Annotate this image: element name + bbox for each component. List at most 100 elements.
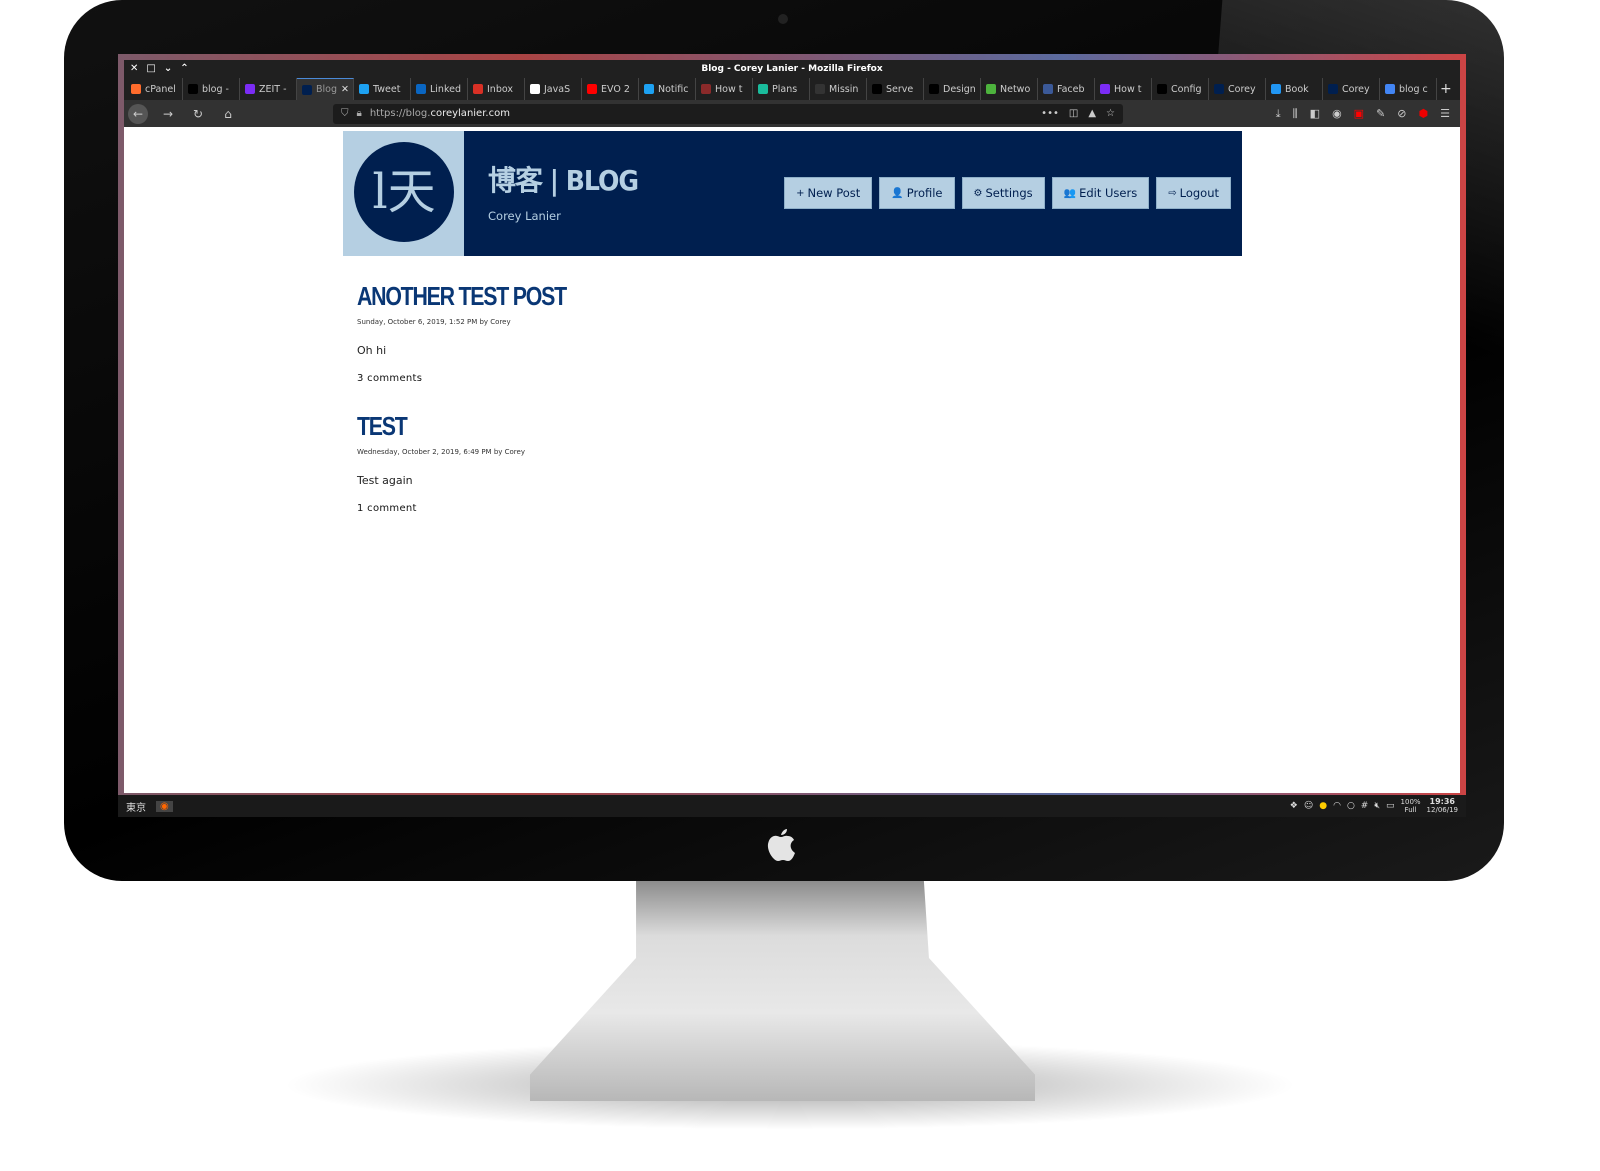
diamond-icon bbox=[758, 84, 768, 94]
tab[interactable]: Missin bbox=[810, 78, 867, 100]
tab-label: How t bbox=[715, 83, 743, 95]
tab[interactable]: How t bbox=[1095, 78, 1152, 100]
post-body: Oh hi bbox=[357, 344, 387, 357]
back-icon[interactable]: ← bbox=[128, 103, 148, 124]
close-icon[interactable]: ✕ bbox=[130, 60, 138, 78]
extension-icon[interactable]: ▲ bbox=[1088, 108, 1096, 119]
tab[interactable]: Corey bbox=[1209, 78, 1266, 100]
settings-button[interactable]: ⚙ Settings bbox=[961, 177, 1045, 209]
tab-label: ZEIT - bbox=[259, 83, 287, 95]
tab[interactable]: Faceb bbox=[1038, 78, 1095, 100]
tab[interactable]: blog - bbox=[183, 78, 240, 100]
chrome-icon[interactable]: ● bbox=[1319, 801, 1327, 811]
slack-icon[interactable]: # bbox=[1361, 801, 1369, 811]
reload-icon[interactable]: ↻ bbox=[188, 104, 208, 124]
workspace-label[interactable]: 東京 bbox=[126, 799, 146, 814]
tab[interactable]: Linked bbox=[411, 78, 468, 100]
gmail-icon bbox=[473, 84, 483, 94]
tab-label: Design bbox=[943, 83, 976, 95]
tab[interactable]: Tweet bbox=[354, 78, 411, 100]
logout-button[interactable]: ⇨ Logout bbox=[1156, 177, 1231, 209]
blog-logo-icon bbox=[1328, 84, 1338, 94]
post-comments-link[interactable]: 3 comments bbox=[357, 373, 612, 384]
sidebar-icon[interactable]: ◧ bbox=[1310, 107, 1320, 121]
post-meta: Sunday, October 6, 2019, 1:52 PM by Core… bbox=[357, 318, 511, 326]
tab[interactable]: Config bbox=[1152, 78, 1209, 100]
tab[interactable]: Design bbox=[924, 78, 981, 100]
url-bar[interactable]: ⛉ 🔒︎ https://blog.coreylanier.com ••• ◫ ▲ ☆ bbox=[333, 103, 1123, 124]
bulb-icon[interactable]: ○ bbox=[1347, 801, 1355, 811]
wifi-icon[interactable]: ◠ bbox=[1333, 801, 1341, 811]
tab[interactable]: Inbox bbox=[468, 78, 525, 100]
title-bar: ✕ □ ⌄ ⌃ Blog - Corey Lanier - Mozilla Firef… bbox=[124, 60, 1460, 78]
tab[interactable]: Blog ✕ bbox=[297, 78, 354, 100]
url-text[interactable]: https://blog.coreylanier.com bbox=[370, 108, 510, 119]
post-body: Test again bbox=[357, 474, 413, 487]
extension-icon[interactable]: ▣ bbox=[1354, 107, 1364, 121]
battery-icon[interactable]: ▭ bbox=[1386, 801, 1395, 811]
adblock-icon[interactable]: ⬢ bbox=[1419, 107, 1429, 121]
blog-logo-icon bbox=[302, 84, 312, 95]
tab[interactable]: blog c bbox=[1380, 78, 1437, 100]
new-post-button[interactable]: + New Post bbox=[784, 177, 873, 209]
post-comments-link[interactable]: 1 comment bbox=[357, 503, 525, 514]
tab-label: How t bbox=[1114, 83, 1142, 95]
pocket-icon[interactable]: ◫ bbox=[1069, 108, 1078, 119]
minimize-icon[interactable]: ⌄ bbox=[164, 60, 172, 78]
tab[interactable]: cPanel bbox=[126, 78, 183, 100]
dropbox-icon[interactable]: ❖ bbox=[1290, 801, 1298, 811]
tab-label: Book bbox=[1285, 83, 1309, 95]
tab[interactable]: Book bbox=[1266, 78, 1323, 100]
nav-bar: ← → ↻ ⌂ ⛉ 🔒︎ https://blog.coreylanier.co… bbox=[124, 100, 1460, 127]
maximize-icon[interactable]: □ bbox=[146, 60, 155, 78]
download-icon[interactable]: ⤓ bbox=[1276, 107, 1281, 121]
window-title: Blog - Corey Lanier - Mozilla Firefox bbox=[701, 64, 883, 74]
tab[interactable]: Netwo bbox=[981, 78, 1038, 100]
site-title[interactable]: 博客 | BLOG bbox=[488, 159, 639, 199]
tab[interactable]: EVO 2 bbox=[582, 78, 639, 100]
post-title[interactable]: ANOTHER TEST POST bbox=[357, 281, 567, 312]
profile-button[interactable]: 👤 Profile bbox=[879, 177, 955, 209]
post: TEST Wednesday, October 2, 2019, 6:49 PM… bbox=[357, 411, 525, 514]
new-tab-button[interactable]: + bbox=[1440, 78, 1460, 100]
tab-label: Corey bbox=[1342, 83, 1370, 95]
firefox-task-icon[interactable]: ◉ bbox=[156, 800, 173, 812]
tab[interactable]: JavaS bbox=[525, 78, 582, 100]
pen-icon[interactable]: ✎ bbox=[1376, 107, 1385, 121]
battery-status: 100% Full bbox=[1400, 798, 1421, 814]
tab[interactable]: Plans bbox=[753, 78, 810, 100]
volume-muted-icon[interactable]: 🔇︎ bbox=[1374, 801, 1380, 811]
tab[interactable]: ZEIT - bbox=[240, 78, 297, 100]
tab[interactable]: Corey bbox=[1323, 78, 1380, 100]
tab-strip: cPanel blog - ZEIT - Blog ✕ Tweet Linked Inbox J… bbox=[124, 78, 1460, 100]
tab[interactable]: How t bbox=[696, 78, 753, 100]
twitter-icon bbox=[644, 84, 654, 94]
blocked-icon[interactable]: ⊘ bbox=[1397, 107, 1406, 121]
menu-icon[interactable]: ☰ bbox=[1440, 107, 1450, 121]
post-meta: Wednesday, October 2, 2019, 6:49 PM by C… bbox=[357, 448, 525, 456]
library-icon[interactable]: ⫼ bbox=[1293, 107, 1298, 121]
linkedin-icon bbox=[416, 84, 426, 94]
more-actions-icon[interactable]: ••• bbox=[1041, 108, 1059, 119]
shield-icon[interactable]: ⛉ bbox=[341, 108, 349, 119]
forward-icon[interactable]: → bbox=[158, 104, 178, 124]
twitter-icon bbox=[359, 84, 369, 94]
account-icon[interactable]: ◉ bbox=[1332, 107, 1342, 121]
edit-users-button[interactable]: 👥 Edit Users bbox=[1051, 177, 1150, 209]
tab-label: Missin bbox=[829, 83, 859, 95]
tab[interactable]: Serve bbox=[867, 78, 924, 100]
shade-icon[interactable]: ⌃ bbox=[180, 60, 188, 78]
clock[interactable]: 19:36 12/06/19 bbox=[1427, 798, 1458, 815]
tab[interactable]: Notific bbox=[639, 78, 696, 100]
discord-icon[interactable]: ☺ bbox=[1304, 801, 1313, 811]
post-title[interactable]: TEST bbox=[357, 411, 495, 442]
site-logo: l天 bbox=[354, 142, 454, 242]
wikipedia-icon bbox=[530, 84, 540, 94]
close-tab-icon[interactable]: ✕ bbox=[341, 84, 349, 95]
bookmark-star-icon[interactable]: ☆ bbox=[1106, 108, 1115, 119]
blog-logo-icon bbox=[1214, 84, 1224, 94]
home-icon[interactable]: ⌂ bbox=[218, 104, 238, 124]
logo-box[interactable]: l天 bbox=[343, 131, 464, 256]
users-icon: 👥 bbox=[1063, 187, 1077, 199]
firefox-window: ✕ □ ⌄ ⌃ Blog - Corey Lanier - Mozilla Firef… bbox=[124, 60, 1460, 793]
